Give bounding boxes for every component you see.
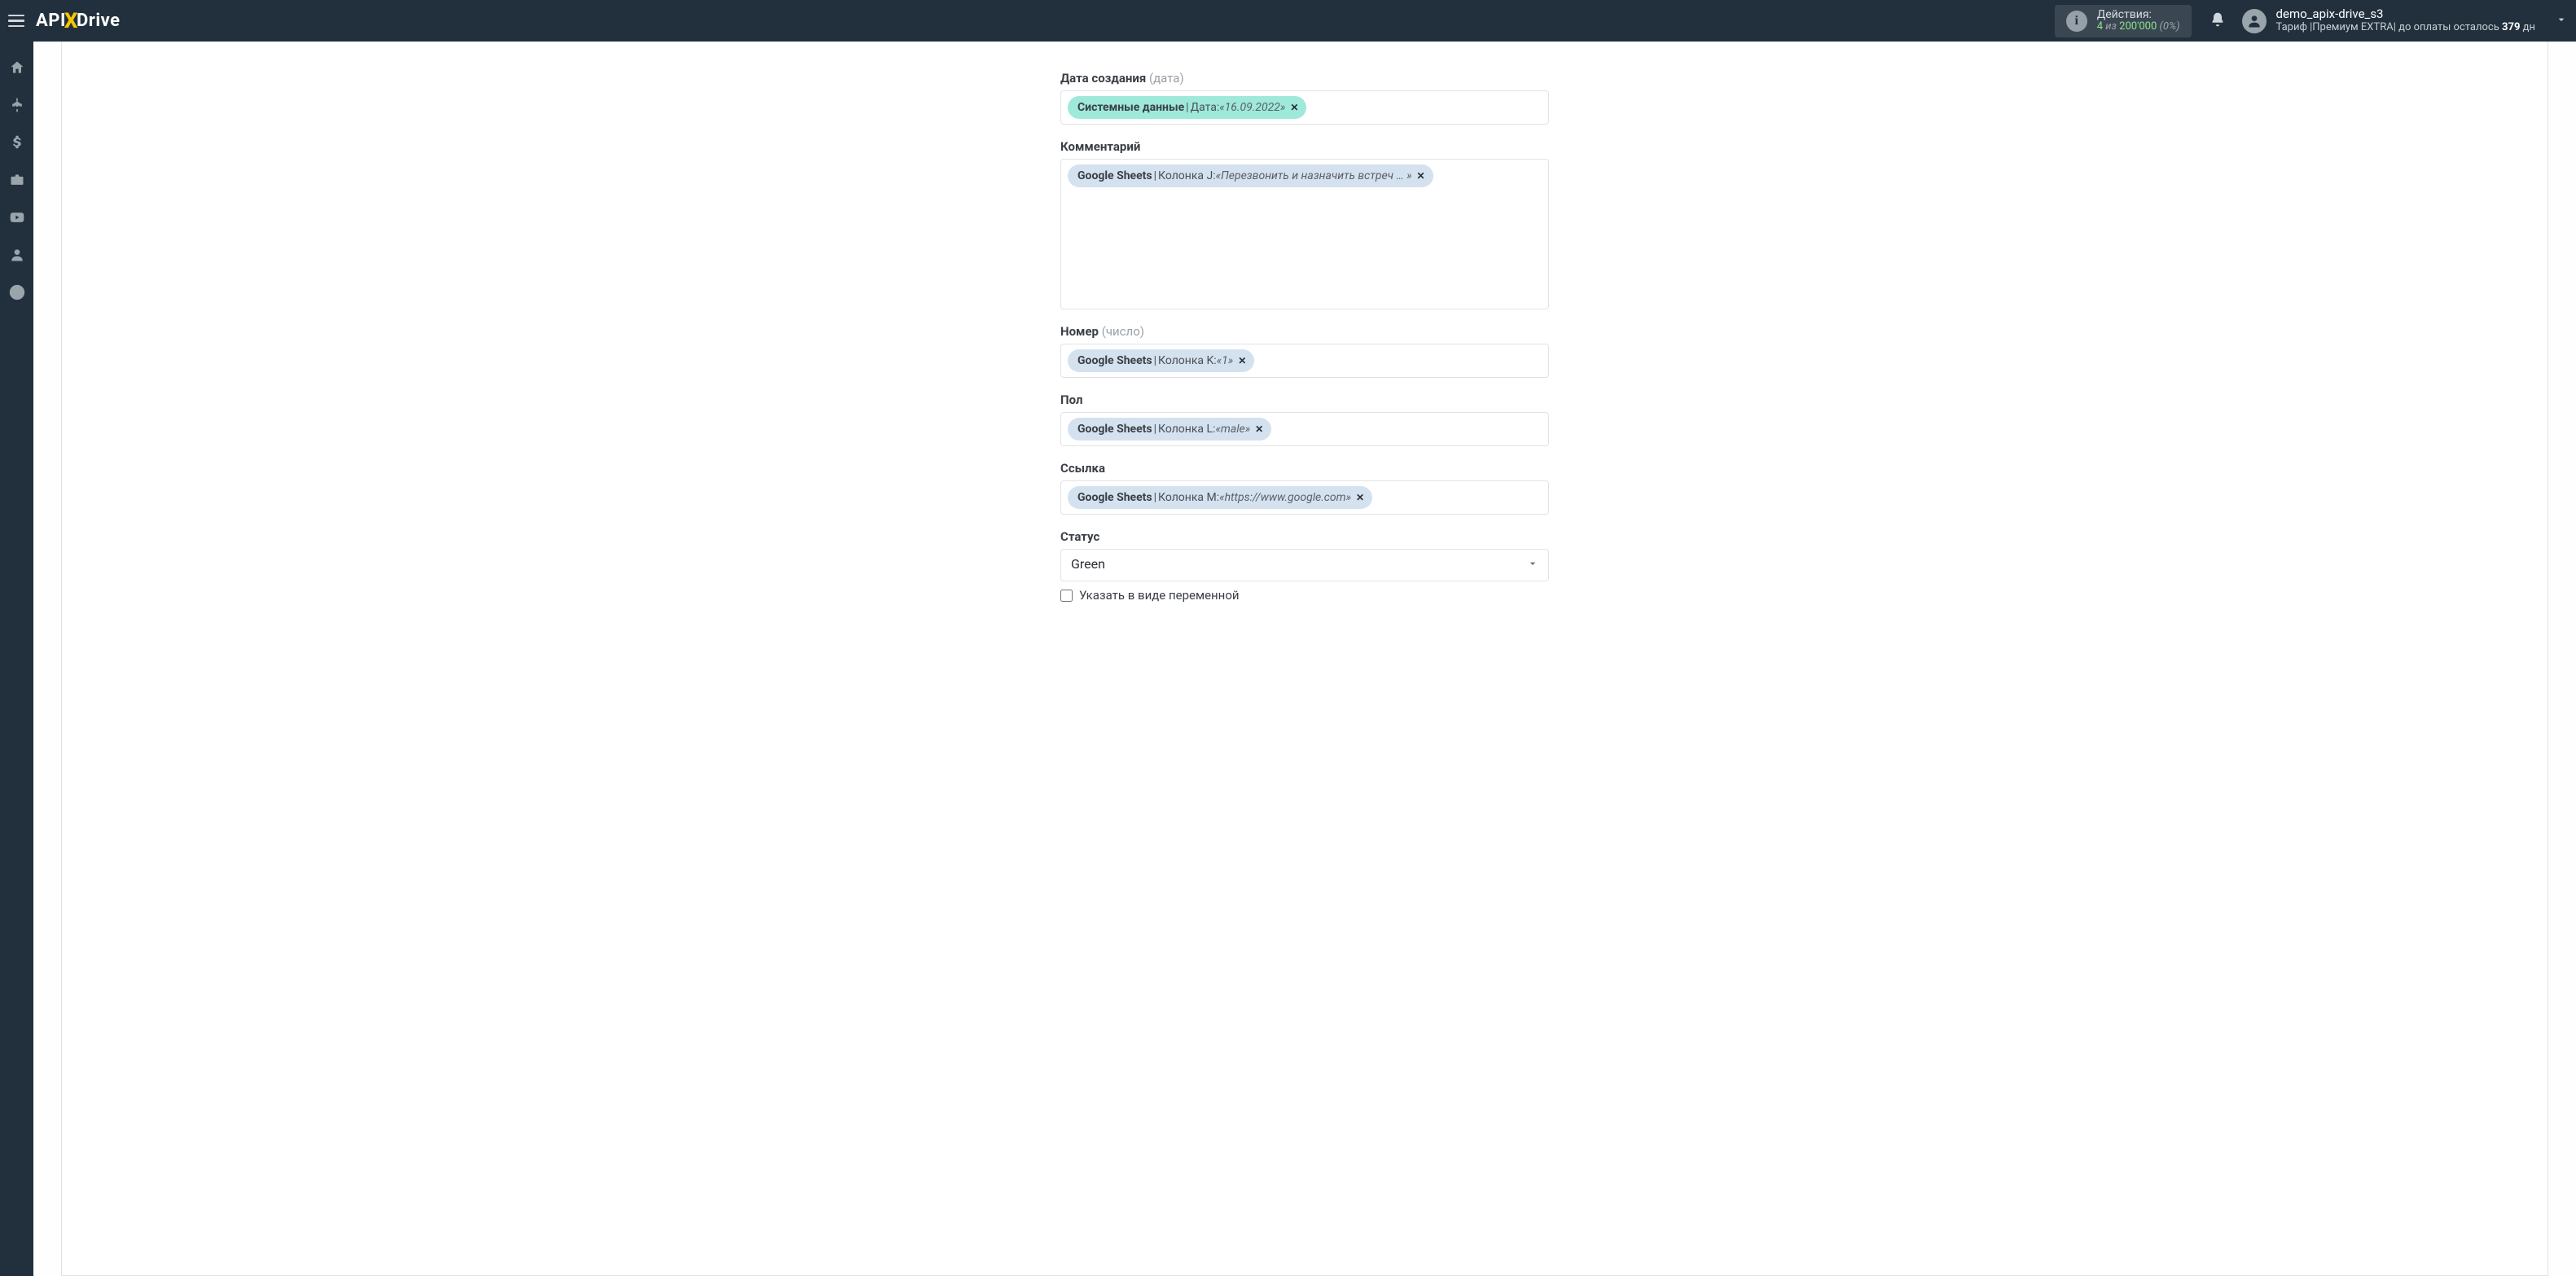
chip-remove-icon[interactable]: ✕ [1238, 353, 1246, 369]
field-input[interactable]: Google Sheets | Колонка M: «https://www.… [1060, 480, 1549, 515]
actions-title: Действия: [2097, 8, 2180, 21]
checkbox-input[interactable] [1060, 590, 1073, 602]
chip-remove-icon[interactable]: ✕ [1255, 421, 1263, 437]
field-input[interactable]: Системные данные | Дата: «16.09.2022»✕ [1060, 90, 1549, 125]
field-comment: Комментарий Google Sheets | Колонка J: «П… [1060, 139, 1549, 309]
variable-chip[interactable]: Google Sheets | Колонка K: «1»✕ [1068, 349, 1254, 372]
field-gender: ПолGoogle Sheets | Колонка L: «male»✕ [1060, 392, 1549, 446]
main-content: Дата создания (дата)Системные данные | Д… [33, 42, 2576, 1276]
status-value: Green [1071, 556, 1105, 572]
field-label: Номер (число) [1060, 324, 1549, 339]
menu-toggle-button[interactable] [5, 10, 28, 33]
field-status: Статус Green Указать в виде переменной [1060, 529, 1549, 603]
sidebar-item-help[interactable] [0, 281, 33, 304]
chip-remove-icon[interactable]: ✕ [1356, 489, 1364, 506]
variable-chip[interactable]: Системные данные | Дата: «16.09.2022»✕ [1068, 96, 1306, 119]
sidebar-item-services[interactable] [0, 169, 33, 191]
chip-value: «male» [1215, 421, 1250, 437]
chip-remove-icon[interactable]: ✕ [1417, 168, 1425, 184]
chip-value: «Перезвонить и назначить встреч … » [1216, 168, 1412, 184]
field-number: Номер (число) Google Sheets | Колонка K: … [1060, 324, 1549, 378]
field-label: Дата создания (дата) [1060, 71, 1549, 86]
variable-chip[interactable]: Google Sheets | Колонка L: «male»✕ [1068, 418, 1271, 441]
sidebar-item-youtube[interactable] [0, 206, 33, 229]
field-link: Ссылка Google Sheets | Колонка M: «https:… [1060, 461, 1549, 515]
form-card: Дата создания (дата)Системные данные | Д… [61, 42, 2548, 1276]
chevron-down-icon [2555, 13, 2568, 29]
topbar: API X Drive i Действия: 4 из 200'000 (0%… [0, 0, 2576, 42]
field-input[interactable]: Google Sheets | Колонка L: «male»✕ [1060, 412, 1549, 446]
sidebar-item-connections[interactable] [0, 94, 33, 116]
sidebar [0, 42, 33, 1276]
sidebar-item-home[interactable] [0, 56, 33, 79]
user-menu[interactable]: demo_apix-drive_s3 Тариф |Премиум EXTRA|… [2242, 7, 2568, 33]
avatar-icon [2242, 9, 2267, 33]
user-tariff: Тариф |Премиум EXTRA| до оплаты осталось… [2276, 22, 2535, 34]
chip-value: «1» [1217, 353, 1234, 369]
chip-value: «16.09.2022» [1219, 99, 1285, 116]
logo-drive: Drive [77, 11, 121, 31]
sidebar-item-account[interactable] [0, 243, 33, 266]
logo-x: X [64, 9, 78, 33]
sidebar-item-billing[interactable] [0, 131, 33, 154]
field-label: Комментарий [1060, 139, 1549, 154]
status-select[interactable]: Green [1060, 549, 1549, 581]
notifications-button[interactable] [2206, 11, 2229, 31]
user-name: demo_apix-drive_s3 [2276, 7, 2535, 21]
actions-sub: 4 из 200'000 (0%) [2097, 21, 2180, 33]
field-input[interactable]: Google Sheets | Колонка K: «1»✕ [1060, 344, 1549, 378]
info-icon: i [2066, 11, 2087, 32]
field-label: Пол [1060, 392, 1549, 407]
variable-chip[interactable]: Google Sheets | Колонка J: «Перезвонить … [1068, 164, 1433, 187]
chip-remove-icon[interactable]: ✕ [1290, 99, 1298, 116]
field-label: Статус [1060, 529, 1549, 544]
chip-value: «https://www.google.com» [1219, 489, 1351, 506]
status-as-variable-checkbox[interactable]: Указать в виде переменной [1060, 588, 1549, 603]
user-text: demo_apix-drive_s3 Тариф |Премиум EXTRA|… [2276, 7, 2535, 33]
variable-chip[interactable]: Google Sheets | Колонка M: «https://www.… [1068, 486, 1372, 509]
checkbox-label: Указать в виде переменной [1079, 588, 1240, 603]
actions-counter[interactable]: i Действия: 4 из 200'000 (0%) [2055, 5, 2192, 37]
field-input[interactable]: Google Sheets | Колонка J: «Перезвонить … [1060, 159, 1549, 309]
field-label: Ссылка [1060, 461, 1549, 476]
logo[interactable]: API X Drive [36, 9, 121, 33]
logo-api: API [36, 11, 66, 31]
field-date_created: Дата создания (дата)Системные данные | Д… [1060, 71, 1549, 125]
